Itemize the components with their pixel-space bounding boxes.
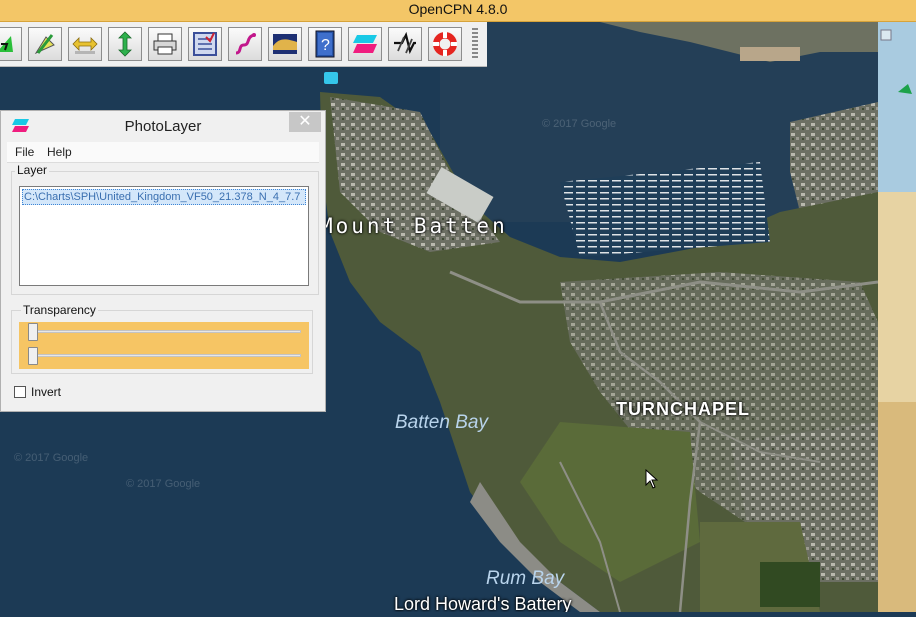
dialog-title: PhotoLayer [124, 118, 202, 135]
auto-follow-vertical-button[interactable] [108, 27, 142, 61]
map-copyright: © 2017 Google [14, 452, 89, 464]
photolayer-icon [353, 35, 377, 53]
transparency-slider-2[interactable] [28, 347, 38, 365]
checklist-icon [193, 32, 217, 56]
wavy-lines-icon [394, 31, 416, 55]
zoom-icon [0, 36, 13, 52]
map-copyright: © 2017 Google [126, 478, 201, 490]
map-label-mount-batten: Mount Batten [320, 214, 508, 238]
transparency-slider-1[interactable] [28, 323, 38, 341]
dialog-titlebar[interactable]: PhotoLayer ✕ [1, 111, 325, 141]
route-manager-button[interactable] [188, 27, 222, 61]
map-label-batten-bay: Batten Bay [395, 412, 488, 433]
help-book-icon: ? [315, 30, 335, 58]
tide-icon [273, 34, 297, 54]
map-label-lord-howards-battery: Lord Howard's Battery [394, 594, 572, 612]
window-title: OpenCPN 4.8.0 [0, 0, 916, 22]
toolbar-grip[interactable] [472, 28, 478, 60]
close-button[interactable]: ✕ [289, 112, 321, 132]
mob-button[interactable] [428, 27, 462, 61]
help-button[interactable]: ? [308, 27, 342, 61]
menu-file[interactable]: File [15, 145, 34, 159]
vector-chart-strip [878, 22, 916, 612]
map-label-turnchapel: TURNCHAPEL [616, 399, 750, 419]
dialog-menubar: File Help [7, 142, 319, 163]
invert-label: Invert [31, 385, 62, 399]
invert-checkbox[interactable] [14, 386, 26, 398]
transparency-slider-track [29, 330, 301, 333]
transparency-slider-track [29, 354, 301, 357]
printer-icon [153, 33, 177, 55]
vertical-arrows-icon [118, 31, 132, 57]
layer-group-label: Layer [15, 163, 50, 177]
photolayer-dialog: PhotoLayer ✕ File Help Layer C:\Charts\S… [0, 110, 326, 412]
route-create-button[interactable] [28, 27, 62, 61]
map-copyright: © 2017 Google [542, 118, 617, 130]
zoom-in-button[interactable] [0, 27, 22, 61]
map-label-rum-bay: Rum Bay [486, 568, 565, 589]
track-button[interactable] [228, 27, 262, 61]
transparency-label: Transparency [21, 303, 98, 317]
main-toolbar: ? [0, 22, 487, 67]
titlebar-border [0, 21, 916, 22]
svg-text:?: ? [321, 37, 330, 54]
mouse-cursor-icon [645, 469, 659, 489]
print-button[interactable] [148, 27, 182, 61]
close-icon: ✕ [298, 113, 312, 130]
list-item[interactable]: C:\Charts\SPH\United_Kingdom_VF50_21.378… [22, 189, 306, 205]
menu-help[interactable]: Help [47, 145, 72, 159]
horizontal-arrows-icon [72, 37, 98, 54]
tides-button[interactable] [268, 27, 302, 61]
lifebuoy-icon [433, 32, 457, 56]
layer-list[interactable]: C:\Charts\SPH\United_Kingdom_VF50_21.378… [19, 186, 309, 286]
weather-fax-button[interactable] [388, 27, 422, 61]
transparency-slider-area [19, 322, 309, 369]
track-icon [235, 33, 256, 55]
auto-follow-horizontal-button[interactable] [68, 27, 102, 61]
photolayer-button[interactable] [348, 27, 382, 61]
route-icon [34, 34, 55, 55]
